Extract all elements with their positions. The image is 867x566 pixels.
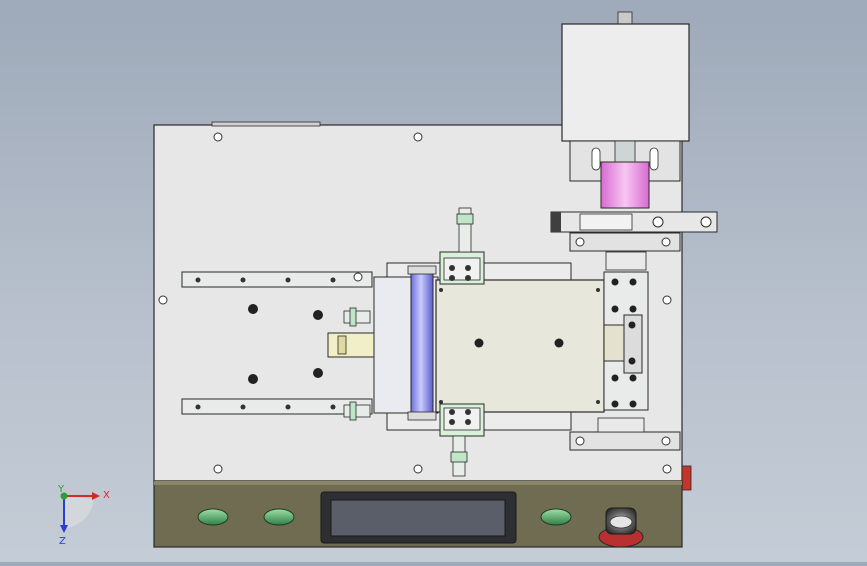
z-axis-label: Z bbox=[59, 536, 66, 547]
cad-viewport[interactable]: X Y Z bbox=[0, 0, 867, 562]
emergency-stop[interactable] bbox=[598, 507, 644, 548]
lcd-display bbox=[320, 491, 517, 544]
lower-guide-rail bbox=[181, 398, 373, 415]
green-button-1[interactable] bbox=[197, 508, 229, 526]
motor-box bbox=[561, 11, 690, 182]
blue-roller bbox=[407, 265, 437, 421]
side-indicator bbox=[681, 465, 692, 491]
top-edge-strip bbox=[211, 121, 321, 127]
green-button-3[interactable] bbox=[540, 508, 572, 526]
y-axis-label: Y bbox=[57, 484, 65, 495]
green-button-2[interactable] bbox=[263, 508, 295, 526]
machine-drawing: X Y Z bbox=[57, 11, 718, 548]
orientation-triad: X Y Z bbox=[57, 484, 110, 547]
pink-coupling bbox=[600, 161, 650, 209]
right-bracket bbox=[603, 271, 649, 411]
slide-carriage bbox=[373, 262, 605, 431]
x-axis-label: X bbox=[103, 490, 110, 501]
upper-guide-rail bbox=[181, 271, 373, 288]
